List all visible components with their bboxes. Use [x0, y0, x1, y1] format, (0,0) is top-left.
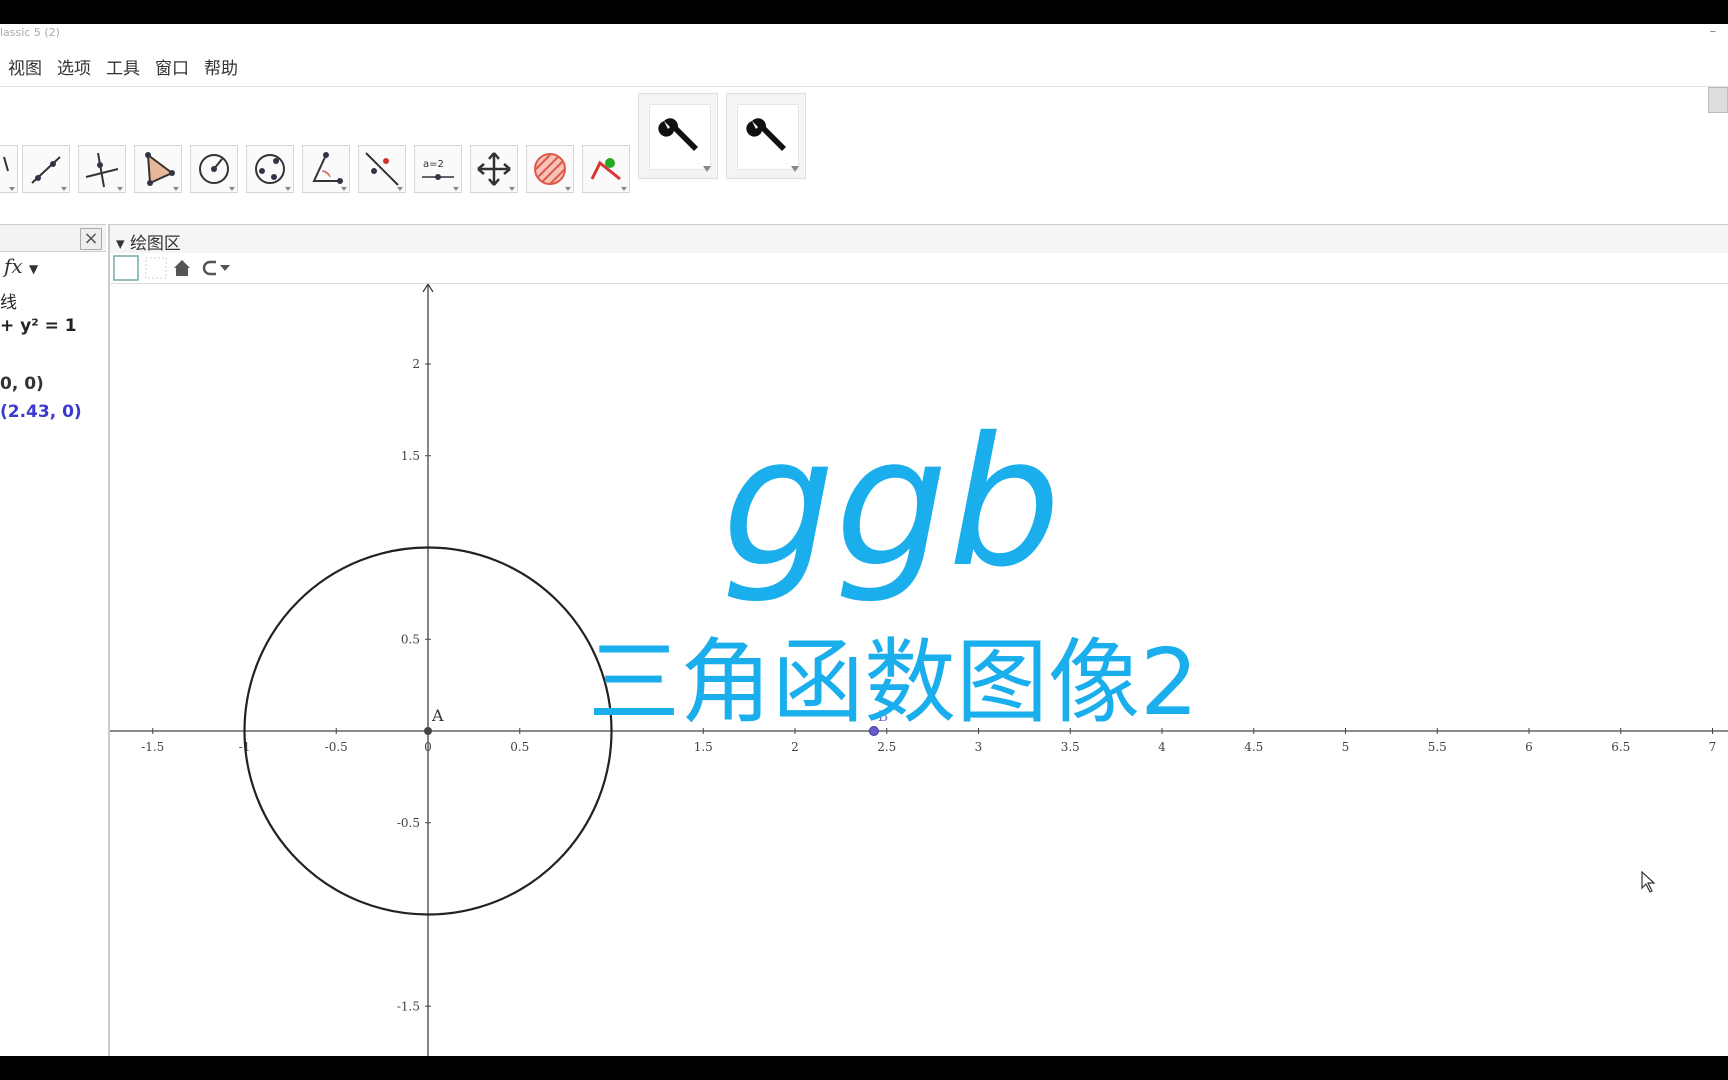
x-tick-label: 4.5 — [1244, 740, 1263, 754]
wrench-tool-1[interactable] — [638, 93, 718, 179]
polygon-icon — [145, 152, 175, 186]
toolbar: a=2 — [0, 86, 1728, 202]
algebra-header: × — [0, 224, 106, 252]
grid-toggle-icon — [145, 257, 167, 279]
x-tick-label: 6 — [1525, 740, 1533, 754]
svg-text:a=2: a=2 — [423, 159, 444, 170]
x-tick-label: -1.5 — [141, 740, 164, 754]
overlay-subtitle: 三角函数图像2 — [588, 629, 1199, 736]
style-bar — [110, 253, 1728, 284]
angle-tool[interactable] — [302, 145, 350, 193]
y-tick-label: -0.5 — [397, 816, 420, 830]
custom-tool[interactable] — [582, 145, 630, 193]
algebra-view: × fx ▼ 线 + y² = 1 0, 0) (2.43, 0) — [0, 224, 110, 1056]
hatch-icon — [534, 153, 566, 185]
menu-window[interactable]: 窗口 — [155, 54, 189, 79]
algebra-item-circle[interactable]: + y² = 1 — [0, 316, 77, 336]
toolbar-side-button[interactable] — [1708, 87, 1728, 113]
chevron-down-icon — [220, 265, 230, 271]
x-tick-label: 7 — [1709, 740, 1717, 754]
y-tick-label: 1.5 — [401, 449, 420, 463]
input-bar — [0, 200, 1728, 224]
circle-icon — [199, 154, 229, 184]
mouse-cursor-icon — [1641, 870, 1656, 893]
wrench-icon — [746, 118, 786, 151]
algebra-item-category[interactable]: 线 — [0, 288, 17, 313]
line-icon — [31, 156, 61, 184]
polygon-tool[interactable] — [134, 145, 182, 193]
home-icon — [174, 260, 190, 276]
x-tick-label: -0.5 — [325, 740, 348, 754]
graphics-title-label: 绘图区 — [129, 234, 181, 254]
point-a-label: A — [431, 706, 444, 725]
perpendicular-tool[interactable] — [78, 145, 126, 193]
slider-icon: a=2 — [422, 159, 454, 180]
wrench-tool-2[interactable] — [726, 93, 806, 179]
graphics-canvas[interactable]: -1.5 -1 -0.5 0 0.5 1.5 2 2.5 3 3.5 4 4.5 5 5.5 6 6.5 721… — [110, 284, 1728, 1056]
point-a[interactable] — [424, 727, 432, 735]
x-tick-label: 5 — [1342, 740, 1350, 754]
window-title: lassic 5 (2) — [0, 26, 60, 39]
minimize-button[interactable]: – — [1710, 24, 1717, 39]
x-tick-label: 3 — [975, 740, 983, 754]
circle-tool[interactable] — [190, 145, 238, 193]
algebra-item-point-b[interactable]: (2.43, 0) — [0, 402, 82, 422]
x-tick-label: 2 — [791, 740, 799, 754]
menu-view[interactable]: 视图 — [8, 54, 42, 79]
fx-icon: fx — [4, 254, 23, 278]
pen-icon — [590, 158, 621, 181]
slider-tool[interactable]: a=2 — [414, 145, 462, 193]
graphics-header: ▾ 绘图区 — [110, 224, 1728, 254]
reflect-tool[interactable] — [358, 145, 406, 193]
wrench-icon — [658, 118, 698, 151]
x-tick-label: 6.5 — [1611, 740, 1630, 754]
x-tick-label: 0.5 — [510, 740, 529, 754]
y-tick-label: 2 — [412, 357, 420, 371]
move-graphics-tool[interactable] — [470, 145, 518, 193]
algebra-item-point-a[interactable]: 0, 0) — [0, 374, 44, 394]
x-tick-label: 1.5 — [694, 740, 713, 754]
geogebra-window: lassic 5 (2) – 视图 选项 工具 窗口 帮助 a=2 × fx ▼… — [0, 24, 1728, 1056]
style-bar-icons — [113, 255, 230, 281]
hatch-tool[interactable] — [526, 145, 574, 193]
axes-toggle-icon — [113, 255, 139, 281]
close-algebra-button[interactable]: × — [80, 228, 102, 250]
x-tick-label: 0 — [424, 740, 432, 754]
chevron-down-icon: ▼ — [29, 262, 39, 276]
y-tick-label: 0.5 — [401, 632, 420, 646]
graphics-view: ▾ 绘图区 -1.5 -1 -0.5 0 0.5 1.5 2 2.5 3 3.5 4 4.5 5 5.5 6… — [110, 224, 1728, 1056]
move-tool[interactable] — [0, 145, 18, 193]
angle-icon — [312, 152, 343, 184]
title-bar: lassic 5 (2) – — [0, 24, 1728, 42]
point-capture-icon — [202, 260, 216, 276]
reflect-icon — [365, 152, 399, 186]
x-tick-label: 5.5 — [1428, 740, 1447, 754]
line-tool[interactable] — [22, 145, 70, 193]
menu-options[interactable]: 选项 — [57, 54, 91, 79]
move-arrows-icon — [477, 152, 511, 186]
y-tick-label: -1.5 — [397, 999, 420, 1013]
menu-bar: 视图 选项 工具 窗口 帮助 — [0, 52, 1728, 80]
graphics-title[interactable]: ▾ 绘图区 — [116, 229, 181, 254]
x-tick-label: 3.5 — [1061, 740, 1080, 754]
x-tick-label: 4 — [1158, 740, 1166, 754]
perpendicular-icon — [85, 152, 119, 188]
fx-menu[interactable]: fx ▼ — [4, 254, 38, 278]
x-tick-label: 2.5 — [877, 740, 896, 754]
menu-tools[interactable]: 工具 — [106, 54, 140, 79]
arrow-icon — [3, 156, 9, 172]
conic-icon — [255, 154, 285, 184]
menu-help[interactable]: 帮助 — [204, 54, 238, 79]
conic-tool[interactable] — [246, 145, 294, 193]
overlay-title: ggb — [722, 399, 1061, 606]
